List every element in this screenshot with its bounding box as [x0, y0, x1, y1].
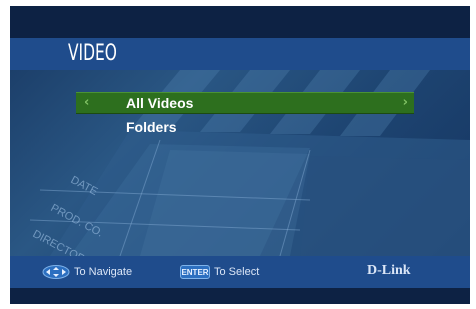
navigate-pad-icon [42, 265, 70, 279]
menu-item-label: Folders [126, 119, 177, 135]
page-title: VIDEO [68, 41, 117, 66]
clapper-label-date: DATE [69, 174, 100, 198]
select-hint: To Select [214, 266, 260, 278]
chevron-left-icon: ‹ [84, 95, 90, 110]
chevron-right-icon: › [402, 95, 408, 110]
navigate-hint: To Navigate [74, 266, 133, 278]
tv-screen: VIDEO DATE PROD. CO. DIRECTOR ‹ All Vide… [10, 6, 470, 304]
menu-item-folders[interactable]: Folders [76, 117, 414, 137]
enter-key-icon: ENTER [180, 265, 210, 279]
top-band [10, 6, 470, 38]
bottom-band [10, 288, 470, 304]
brand-logo: D-Link [367, 263, 411, 278]
menu-item-all-videos[interactable]: ‹ All Videos › [76, 92, 414, 114]
menu-item-label: All Videos [126, 95, 194, 111]
